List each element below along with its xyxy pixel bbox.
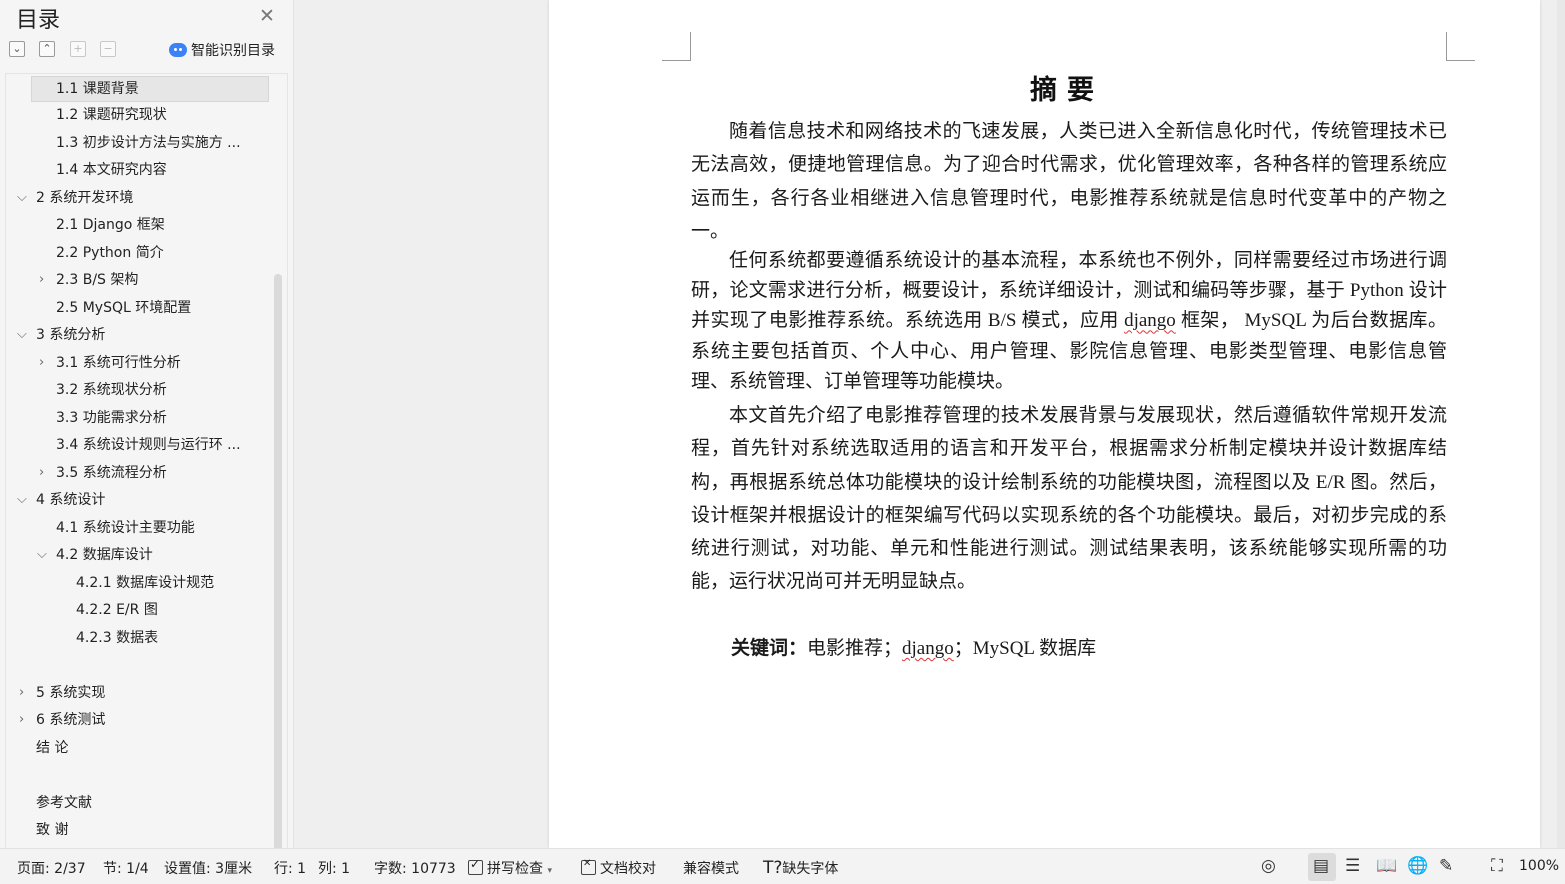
eye-protection-icon[interactable]: ◎ [1261, 856, 1276, 876]
toc-item[interactable]: 致 谢 [36, 818, 68, 842]
chevron-right-icon[interactable]: › [39, 268, 44, 292]
toc-item[interactable]: 4 系统设计 [36, 488, 105, 512]
smart-toc-label: 智能识别目录 [191, 43, 275, 59]
chevron-down-icon[interactable]: ⌵ [17, 186, 27, 210]
proofread-button[interactable]: 文档校对 [581, 858, 656, 878]
toc-title: 目录 [16, 8, 61, 33]
page-view-icon: ▤ [1313, 856, 1330, 876]
keywords-label: 关键词： [731, 638, 808, 659]
toc-item[interactable]: 结 论 [36, 736, 68, 760]
word-count[interactable]: 字数: 10773 [374, 858, 456, 878]
toc-item[interactable]: 1.2 课题研究现状 [56, 103, 167, 127]
chevron-right-icon[interactable]: › [19, 681, 24, 705]
column-indicator[interactable]: 列: 1 [318, 858, 350, 878]
toc-item[interactable]: 3.3 功能需求分析 [56, 406, 167, 430]
abstract-paragraph[interactable]: 本文首先介绍了电影推荐管理的技术发展背景与发展现状，然后遵循软件常规开发流程，首… [691, 399, 1447, 599]
page-indicator[interactable]: 页面: 2/37 [17, 858, 86, 878]
abstract-paragraph[interactable]: 随着信息技术和网络技术的飞速发展，人类已进入全新信息化时代，传统管理技术已无法高… [691, 115, 1447, 248]
chevron-right-icon[interactable]: › [19, 708, 24, 732]
toc-item[interactable]: 6 系统测试 [36, 708, 105, 732]
toc-item[interactable]: 2.3 B/S 架构 [56, 268, 138, 292]
proofread-label: 文档校对 [600, 861, 656, 877]
toc-item[interactable]: 5 系统实现 [36, 681, 105, 705]
toc-item[interactable]: 4.1 系统设计主要功能 [56, 516, 195, 540]
write-mode-icon[interactable]: ✎ [1439, 856, 1453, 876]
chevron-down-icon[interactable]: ⌵ [17, 488, 27, 512]
close-icon[interactable]: ✕ [259, 5, 275, 27]
toc-item[interactable]: 1.3 初步设计方法与实施方 ... [56, 131, 241, 155]
toc-item[interactable]: 3.2 系统现状分析 [56, 378, 167, 402]
toc-item[interactable]: 2 系统开发环境 [36, 186, 133, 210]
keywords-line[interactable]: 关键词：电影推荐；django；MySQL 数据库 [731, 633, 1096, 660]
toc-item[interactable]: 3.1 系统可行性分析 [56, 351, 181, 375]
toc-item[interactable]: 3.4 系统设计规则与运行环 ... [56, 433, 241, 457]
toc-item[interactable]: 参考文献 [36, 791, 92, 815]
ai-robot-icon [169, 43, 187, 57]
missing-font-label: 缺失字体 [782, 861, 839, 877]
abstract-heading: 摘要 [1030, 75, 1104, 106]
spellcheck-button[interactable]: 拼写检查 ▾ [468, 857, 552, 878]
outline-view-icon[interactable]: ☰ [1345, 856, 1360, 876]
toc-item[interactable]: 4.2.3 数据表 [76, 626, 158, 650]
web-view-icon[interactable]: 🌐 [1407, 856, 1428, 876]
toc-item[interactable]: 3.5 系统流程分析 [56, 461, 167, 485]
spellcheck-icon [468, 857, 483, 875]
font-question-icon: T? [763, 858, 783, 878]
vertical-scrollbar[interactable] [1557, 0, 1565, 848]
spelling-error-word[interactable]: django [1124, 310, 1176, 331]
spelling-error-word[interactable]: django [902, 638, 954, 659]
add-heading-icon[interactable]: + [70, 41, 86, 57]
margin-corner-mark [1446, 32, 1475, 61]
reading-view-icon[interactable]: 📖 [1376, 856, 1397, 876]
fit-page-icon[interactable]: ⛶ [1491, 856, 1503, 876]
zoom-level[interactable]: 100% [1519, 858, 1559, 874]
missing-font-button[interactable]: T?缺失字体 [763, 858, 838, 878]
toc-item[interactable]: 2.5 MySQL 环境配置 [56, 296, 191, 320]
abstract-paragraph[interactable]: 任何系统都要遵循系统设计的基本流程，本系统也不例外，同样需要经过市场进行调研，论… [691, 246, 1447, 397]
chevron-right-icon[interactable]: › [39, 351, 44, 375]
toc-item[interactable]: 2.2 Python 简介 [56, 241, 164, 265]
dropdown-arrow-icon: ▾ [547, 866, 552, 876]
toc-item[interactable]: 1.4 本文研究内容 [56, 158, 167, 182]
margin-corner-mark [662, 32, 691, 61]
section-indicator[interactable]: 节: 1/4 [103, 858, 149, 878]
toc-sidebar: 目录 ✕ ⌄ ⌃ + − 智能识别目录 1.1 课题背景 1.2 课题研究现状 … [0, 0, 294, 848]
toc-item[interactable]: 1.1 课题背景 [31, 76, 269, 102]
toc-item[interactable]: 4.2.1 数据库设计规范 [76, 571, 214, 595]
chevron-down-icon[interactable]: ⌵ [17, 323, 27, 347]
toc-item[interactable]: 3 系统分析 [36, 323, 105, 347]
toc-list: 1.1 课题背景 1.2 课题研究现状 1.3 初步设计方法与实施方 ... 1… [5, 73, 288, 848]
smart-toc-button[interactable]: 智能识别目录 [169, 40, 275, 60]
chevron-right-icon[interactable]: › [39, 461, 44, 485]
expand-all-icon[interactable]: ⌄ [9, 41, 25, 57]
spellcheck-label: 拼写检查 [487, 861, 543, 877]
toc-item[interactable]: 4.2 数据库设计 [56, 543, 153, 567]
toc-item[interactable]: 2.1 Django 框架 [56, 213, 165, 237]
remove-heading-icon[interactable]: − [100, 41, 116, 57]
collapse-all-icon[interactable]: ⌃ [39, 41, 55, 57]
setting-indicator[interactable]: 设置值: 3厘米 [164, 858, 252, 878]
compat-mode-button[interactable]: 兼容模式 [683, 858, 739, 878]
toc-item[interactable]: 4.2.2 E/R 图 [76, 598, 158, 622]
row-indicator[interactable]: 行: 1 [274, 858, 306, 878]
status-bar: 页面: 2/37 节: 1/4 设置值: 3厘米 行: 1 列: 1 字数: 1… [0, 848, 1565, 884]
chevron-down-icon[interactable]: ⌵ [37, 543, 47, 567]
proofread-icon [581, 858, 596, 875]
toc-scrollbar-thumb[interactable] [274, 274, 282, 848]
keywords-text: ；MySQL 数据库 [953, 638, 1097, 659]
keywords-text: 电影推荐； [807, 638, 903, 659]
